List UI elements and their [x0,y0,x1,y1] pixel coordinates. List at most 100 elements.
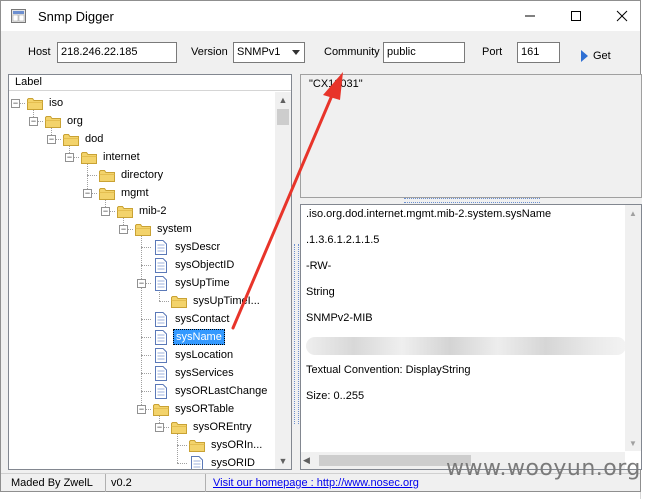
mib-tree-panel: Label − iso − org − dod − internet directory − mgm… [8,74,292,470]
tree-node-sysortable[interactable]: sysORTable [153,400,236,418]
detail-oid: .1.3.6.1.2.1.1.5 [306,234,380,246]
details-vertical-scrollbar[interactable]: ▲ ▼ [625,205,641,451]
tree-node-sysorentry[interactable]: sysOREntry [171,418,254,436]
community-label: Community [324,46,380,58]
detail-module: SNMPv2-MIB [306,312,373,324]
document-icon [155,383,167,399]
document-icon [155,365,167,381]
collapse-icon[interactable]: − [47,135,56,144]
scroll-down-icon[interactable]: ▼ [625,435,641,451]
hsplitter-grip[interactable] [404,198,540,203]
tree-node-sysdescr[interactable]: sysDescr [153,238,222,256]
tree-node-sysname[interactable]: sysName [153,328,225,346]
folder-icon [171,421,187,434]
tree-node-label: system [157,223,192,235]
tree-guide-line [141,234,142,409]
tree-node-sysuptimei[interactable]: sysUpTimeI... [171,292,262,310]
tree-node-internet[interactable]: internet [81,148,142,166]
get-button-label: Get [593,50,611,62]
tree-connector [141,373,151,374]
collapse-icon[interactable]: − [137,279,146,288]
tree-node-sysorid[interactable]: sysORID [189,454,257,469]
document-icon [155,275,167,291]
tree-connector [141,265,151,266]
detail-type: String [306,286,335,298]
tree-node-system[interactable]: system [135,220,194,238]
tree-node-label: directory [121,169,164,181]
watermark: www.wooyun.org [446,456,641,481]
tree-node-sysuptime[interactable]: sysUpTime [153,274,232,292]
collapse-icon[interactable]: − [137,405,146,414]
version-select[interactable]: SNMPv1 [233,42,305,63]
title-bar: Snmp Digger [1,1,640,31]
collapse-icon[interactable]: − [83,189,92,198]
tree-node-label: sysOREntry [193,421,252,433]
collapse-icon[interactable]: − [101,207,110,216]
tree-node-mgmt[interactable]: mgmt [99,184,151,202]
tree-node-label: sysServices [175,367,234,379]
scroll-left-icon[interactable]: ◀ [303,455,310,466]
tree-connector [87,175,97,176]
tree-node-org[interactable]: org [45,112,85,130]
folder-icon [117,205,133,218]
get-button[interactable]: Get [581,46,629,66]
tree-node-dod[interactable]: dod [63,130,105,148]
tree-connector [141,247,151,248]
tree-node-label: sysDescr [175,241,221,253]
collapse-icon[interactable]: − [155,423,164,432]
detail-convention: Textual Convention: DisplayString [306,364,471,376]
collapse-icon[interactable]: − [65,153,74,162]
version-select-value: SNMPv1 [237,46,281,58]
maximize-icon [571,11,581,21]
document-icon [155,239,167,255]
oid-value-text: "CX12031" [309,78,363,90]
host-input[interactable]: 218.246.22.185 [57,42,177,63]
scroll-up-icon[interactable]: ▲ [625,205,641,221]
tree-node-label: sysORLastChange [175,385,268,397]
tree-node-sysobjectid[interactable]: sysObjectID [153,256,236,274]
tree-node-iso[interactable]: iso [27,94,65,112]
folder-icon [171,295,187,308]
detail-size: Size: 0..255 [306,390,365,402]
tree-node-label: sysLocation [175,349,234,361]
tree-node-label: sysUpTimeI... [193,295,260,307]
host-label: Host [28,46,51,58]
collapse-icon[interactable]: − [29,117,38,126]
collapse-icon[interactable]: − [11,99,20,108]
collapse-icon[interactable]: − [119,225,128,234]
scroll-up-icon[interactable]: ▲ [275,92,291,108]
vertical-splitter[interactable] [293,74,300,470]
tree-scroll-thumb[interactable] [277,109,289,125]
scroll-down-icon[interactable]: ▼ [275,453,291,469]
maximize-button[interactable] [553,1,599,31]
port-input[interactable]: 161 [517,42,560,63]
minimize-button[interactable] [507,1,553,31]
snmp-digger-window: Snmp Digger Host 218.246.22.185 Version … [0,0,642,492]
splitter-grip[interactable] [294,244,299,424]
community-input[interactable]: public [383,42,465,63]
tree-node-label: dod [85,133,104,145]
tree-node-directory[interactable]: directory [99,166,165,184]
document-icon [191,455,203,469]
tree-column-header[interactable]: Label [9,75,291,91]
tree-vertical-scrollbar[interactable]: ▲ ▼ [275,92,291,469]
value-panel: "CX12031" [300,74,642,198]
tree-connector [141,355,151,356]
document-icon [155,257,167,273]
tree-node-syslocation[interactable]: sysLocation [153,346,235,364]
tree-node-sysservices[interactable]: sysServices [153,364,236,382]
folder-icon [153,403,169,416]
tree-node-sysorlastchange[interactable]: sysORLastChange [153,382,269,400]
tree-guide-line [177,432,178,463]
tree-node-sysorin[interactable]: sysORIn... [189,436,264,454]
tree-node-syscontact[interactable]: sysContact [153,310,231,328]
blurred-description [306,337,626,355]
close-button[interactable] [599,1,645,31]
document-icon [155,347,167,363]
tree-node-mib-2[interactable]: mib-2 [117,202,169,220]
details-panel: .iso.org.dod.internet.mgmt.mib-2.system.… [300,204,642,470]
homepage-link[interactable]: Visit our homepage : http://www.nosec.or… [213,474,419,492]
status-author: Maded By ZwelL [11,474,106,492]
folder-icon [45,115,61,128]
minimize-icon [525,15,535,17]
